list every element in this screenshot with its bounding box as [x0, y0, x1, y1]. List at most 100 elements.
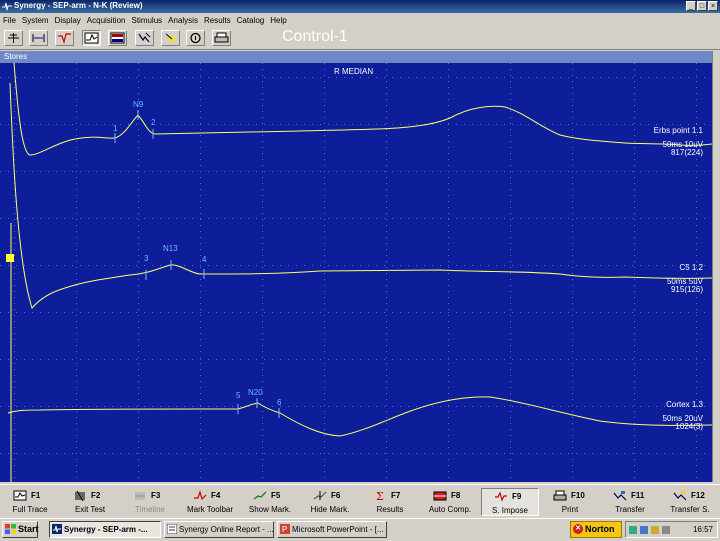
baseline-handle[interactable] — [6, 254, 14, 262]
fkey-label: Transfer — [615, 505, 645, 514]
toolbar — [0, 27, 720, 50]
menu-display[interactable]: Display — [52, 16, 84, 25]
print-button[interactable] — [212, 30, 231, 46]
flag-icon — [165, 33, 175, 42]
trace-erbs-point — [13, 63, 712, 156]
marker-label[interactable]: 6 — [277, 398, 282, 407]
stimulus-artifact — [6, 223, 14, 482]
fkey-label: Transfer S. — [670, 505, 710, 514]
svg-text:Σ: Σ — [376, 490, 384, 501]
marker-label[interactable]: 4 — [202, 255, 207, 264]
fkey-number: F10 — [571, 491, 585, 500]
marker-label[interactable]: N9 — [133, 100, 144, 109]
marker-label[interactable]: 5 — [236, 391, 241, 400]
stores-pane-header: Stores — [0, 51, 712, 63]
trace-label: Cortex 1.3 — [666, 400, 703, 409]
svg-text:P: P — [282, 525, 287, 534]
fkey-label: Auto Comp. — [428, 505, 472, 514]
cursor-icon — [58, 33, 71, 44]
powerpoint-task-icon: P — [280, 524, 290, 534]
menu-help[interactable]: Help — [267, 16, 289, 25]
waveform-plot[interactable]: 1 N9 2 3 N13 4 5 N20 6 R MEDIAN Erbs poi… — [0, 63, 712, 482]
title-bar: Synergy - SEP-arm - N-K (Review) _ □ × — [0, 0, 720, 13]
fkey-label: Print — [561, 505, 579, 514]
start-label: Start — [18, 524, 39, 534]
pointer-button[interactable] — [135, 30, 154, 46]
layout-button[interactable] — [108, 30, 127, 46]
fkey-f11[interactable]: F11 Transfer — [601, 488, 659, 516]
fkey-f2[interactable]: F2 Exit Test — [61, 488, 119, 516]
tray-icons — [629, 526, 670, 534]
menu-file[interactable]: File — [0, 16, 19, 25]
superimpose-icon — [495, 491, 507, 502]
test-caption: Control-1 — [282, 28, 348, 45]
fkey-f12[interactable]: F12 Transfer S. — [661, 488, 719, 516]
menu-system[interactable]: System — [19, 16, 52, 25]
transfer-s-icon — [673, 491, 687, 501]
fkey-f3[interactable]: F3 Timeline — [121, 488, 179, 516]
markers-button[interactable] — [4, 30, 23, 46]
cursor-button[interactable] — [55, 30, 74, 46]
fkey-f9[interactable]: F9 S. Impose — [481, 488, 539, 516]
marker-label[interactable]: 1 — [113, 124, 118, 133]
task-powerpoint[interactable]: P Microsoft PowerPoint - [... — [277, 521, 387, 538]
vertical-scrollbar[interactable] — [712, 51, 720, 482]
transfer-icon — [613, 491, 627, 501]
norton-icon: ✕ — [573, 524, 583, 534]
trace-sub: 915(126) — [671, 285, 703, 294]
menu-results[interactable]: Results — [201, 16, 234, 25]
trace-label: Erbs point 1.1 — [654, 126, 704, 135]
exit-test-icon — [75, 490, 85, 501]
fkey-f7[interactable]: Σ F7 Results — [361, 488, 419, 516]
flag-button[interactable] — [161, 30, 180, 46]
fkey-f8[interactable]: F8 Auto Comp. — [421, 488, 479, 516]
help-button[interactable] — [186, 30, 205, 46]
app-icon — [2, 2, 12, 11]
trace-display-icon — [84, 32, 99, 44]
maximize-button[interactable]: □ — [697, 1, 707, 11]
marker-label[interactable]: 2 — [151, 118, 156, 127]
fkey-label: Mark Toolbar — [186, 505, 234, 514]
task-label: Microsoft PowerPoint - [... — [292, 525, 384, 534]
fkey-number: F2 — [91, 491, 101, 500]
fkey-f6[interactable]: F6 Hide Mark. — [301, 488, 359, 516]
layout-icon — [110, 32, 125, 44]
auto-comp-icon — [433, 491, 447, 501]
system-tray: 16:57 — [625, 521, 718, 538]
markers-icon — [8, 33, 19, 43]
fkey-label: Timeline — [135, 505, 165, 514]
mark-toolbar-icon — [194, 490, 207, 501]
menu-acquisition[interactable]: Acquisition — [84, 16, 129, 25]
fkey-f1[interactable]: F1 Full Trace — [1, 488, 59, 516]
minimize-button[interactable]: _ — [686, 1, 696, 11]
fkey-f5[interactable]: F5 Show Mark. — [241, 488, 299, 516]
marker-label[interactable]: 3 — [144, 254, 149, 263]
fkey-label: Exit Test — [74, 505, 106, 514]
fkey-f10[interactable]: F10 Print — [541, 488, 599, 516]
task-online-report[interactable]: Synergy Online Report - ... — [164, 521, 274, 538]
fkey-label: S. Impose — [491, 506, 528, 515]
menu-analysis[interactable]: Analysis — [165, 16, 201, 25]
trace-label: C5 1.2 — [679, 263, 703, 272]
trace-display-button[interactable] — [82, 30, 101, 46]
close-button[interactable]: × — [708, 1, 718, 11]
fkey-number: F8 — [451, 491, 461, 500]
marker-ticks — [114, 110, 280, 418]
menu-stimulus[interactable]: Stimulus — [128, 16, 165, 25]
marker-label[interactable]: N13 — [163, 244, 178, 253]
norton-button[interactable]: ✕ Norton — [570, 521, 622, 538]
task-synergy[interactable]: Synergy - SEP-arm -... — [49, 521, 161, 538]
fkey-f4[interactable]: F4 Mark Toolbar — [181, 488, 239, 516]
trace-c5 — [9, 82, 712, 310]
browser-task-icon — [167, 524, 177, 534]
hide-mark-icon — [313, 491, 327, 500]
start-button[interactable]: Start — [2, 521, 39, 538]
trace-sub: 817(224) — [671, 148, 703, 157]
expand-button[interactable] — [29, 30, 48, 46]
trace-sub: 1024(3) — [675, 422, 703, 431]
fkey-number: F4 — [211, 491, 221, 500]
menu-catalog[interactable]: Catalog — [234, 16, 268, 25]
marker-label[interactable]: N20 — [248, 388, 263, 397]
fkey-number: F9 — [512, 492, 522, 501]
fkey-number: F7 — [391, 491, 401, 500]
